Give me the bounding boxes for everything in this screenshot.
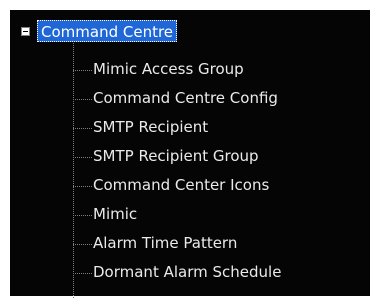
tree-item-label: Mimic	[93, 205, 138, 223]
panel-bottom-margin	[0, 296, 374, 302]
tree-item-label: Alarm Time Pattern	[93, 234, 238, 252]
panel-right-margin	[370, 0, 374, 302]
tree-item-mimic-access-group[interactable]: Mimic Access Group	[73, 56, 363, 85]
tree-branch-line	[73, 99, 92, 100]
tree-branch-line	[73, 273, 92, 274]
tree-item-alarm-time-pattern[interactable]: Alarm Time Pattern	[73, 230, 363, 259]
tree-branch-line	[73, 215, 92, 216]
tree-item-label: Mimic Access Group	[93, 60, 244, 78]
tree-item-label: SMTP Recipient Group	[93, 147, 259, 165]
tree-item-label: SMTP Recipient	[93, 118, 209, 136]
tree-item-dormant-alarm-schedule[interactable]: Dormant Alarm Schedule	[73, 259, 363, 288]
tree-item-command-centre-config[interactable]: Command Centre Config	[73, 85, 363, 114]
tree-item-command-center-icons[interactable]: Command Center Icons	[73, 172, 363, 201]
tree-root-command-centre[interactable]: Command Centre	[37, 20, 178, 42]
tree-item-label: Command Center Icons	[93, 176, 270, 194]
tree-branch-line	[73, 157, 92, 158]
tree-item-label: Command Centre Config	[93, 89, 278, 107]
tree-view: Command Centre Mimic Access Group Comman…	[10, 10, 370, 298]
tree-branch-line	[73, 70, 92, 71]
tree-item-mimic[interactable]: Mimic	[73, 201, 363, 230]
tree-item-smtp-recipient-group[interactable]: SMTP Recipient Group	[73, 143, 363, 172]
panel-top-margin	[0, 0, 374, 10]
tree-branch-line	[73, 186, 92, 187]
collapse-icon[interactable]	[21, 27, 30, 36]
tree-branch-line	[73, 128, 92, 129]
panel-left-margin	[0, 0, 10, 302]
tree-item-smtp-recipient[interactable]: SMTP Recipient	[73, 114, 363, 143]
tree-branch-line	[73, 244, 92, 245]
tree-item-label: Dormant Alarm Schedule	[93, 263, 282, 281]
